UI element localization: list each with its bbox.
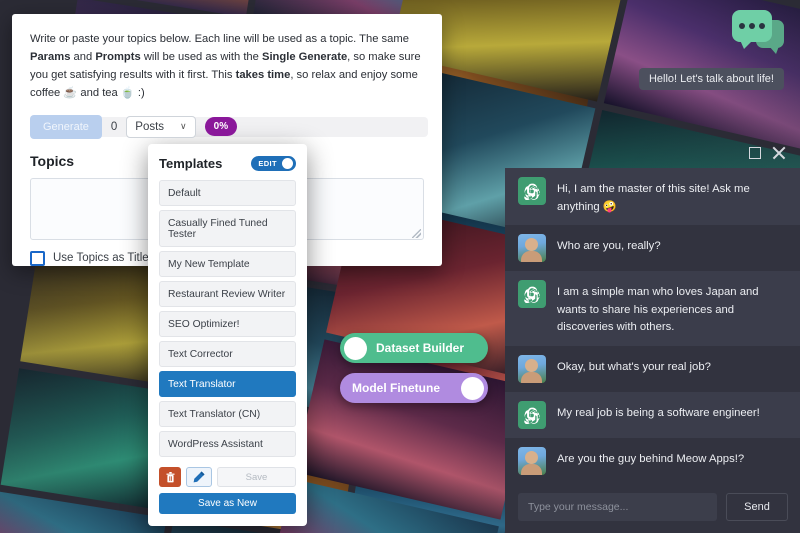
toggle-dataset-builder[interactable]: Dataset Builder (340, 333, 488, 363)
user-avatar (518, 234, 546, 262)
openai-logo-icon (524, 407, 540, 424)
templates-title: Templates (159, 156, 223, 171)
chat-message-text: Okay, but what's your real job? (557, 360, 711, 373)
chat-message-user: Okay, but what's your real job? (505, 345, 800, 392)
save-template-button[interactable]: Save (217, 467, 296, 487)
chevron-down-icon: ∨ (180, 121, 187, 132)
toggle-dataset-builder-label: Dataset Builder (376, 341, 465, 355)
chat-message-text: I am a simple man who loves Japan and wa… (557, 286, 759, 333)
assistant-avatar-icon (518, 280, 546, 308)
chat-window-controls (749, 146, 785, 160)
openai-logo-path (524, 286, 540, 303)
intro-emphasis: Prompts (95, 51, 141, 64)
progress-percent-badge: 0% (204, 117, 238, 137)
chat-launcher-button[interactable] (732, 10, 784, 54)
intro-text-run: Write or paste your topics below. Each l… (30, 33, 409, 45)
save-as-new-template-button[interactable]: Save as New (159, 493, 296, 514)
edit-template-button[interactable] (186, 467, 212, 487)
template-list-item[interactable]: Casually Fined Tuned Tester (159, 210, 296, 247)
generate-count: 0 (110, 120, 118, 133)
chat-message-user: Who are you, really? (505, 225, 800, 271)
template-list-item[interactable]: WordPress Assistant (159, 431, 296, 457)
user-avatar (518, 446, 546, 475)
trash-icon (166, 471, 174, 482)
close-icon[interactable] (771, 146, 785, 160)
template-list-item[interactable]: SEO Optimizer! (159, 311, 296, 337)
chat-message-text: Who are you, really? (557, 240, 661, 252)
intro-description: Write or paste your topics below. Each l… (30, 30, 424, 103)
template-list-item[interactable]: Restaurant Review Writer (159, 281, 296, 307)
chat-message-list: Hi, I am the master of this site! Ask me… (505, 168, 800, 483)
templates-list: Default Casually Fined Tuned Tester My New… (159, 180, 296, 457)
toggle-knob-icon (461, 376, 484, 400)
intro-emphasis: Single Generate (261, 51, 348, 64)
openai-logo-icon (524, 286, 540, 303)
dot-icon (749, 23, 755, 29)
resize-handle-icon[interactable] (412, 228, 421, 238)
chat-message-bot: Hi, I am the master of this site! Ask me… (505, 168, 800, 225)
post-type-select[interactable]: Posts ∨ (126, 115, 196, 138)
intro-text-run: and (70, 51, 96, 64)
openai-logo-path (524, 183, 540, 200)
toggle-model-finetune-label: Model Finetune (352, 381, 440, 395)
intro-emphasis: takes time (235, 69, 291, 82)
openai-logo-path (524, 407, 540, 424)
pencil-icon (193, 471, 205, 483)
delete-template-button[interactable] (159, 467, 181, 487)
use-topics-as-titles-checkbox[interactable] (30, 250, 45, 266)
templates-edit-label: EDIT (258, 159, 277, 168)
maximize-icon[interactable] (749, 147, 761, 159)
templates-actions: Save (159, 467, 296, 487)
use-topics-as-titles-label: Use Topics as Titles (53, 252, 155, 265)
toggle-knob-icon (344, 336, 367, 360)
chat-message-user: Are you the guy behind Meow Apps!? (505, 437, 800, 483)
chat-window: Hi, I am the master of this site! Ask me… (505, 168, 800, 533)
templates-edit-toggle[interactable]: EDIT (251, 156, 296, 171)
generate-toolbar: Generate 0 Posts ∨ 0% (30, 114, 428, 139)
templates-header: Templates EDIT (159, 156, 296, 171)
chat-message-bot: I am a simple man who loves Japan and wa… (505, 271, 800, 346)
template-list-item[interactable]: Default (159, 180, 296, 206)
send-button[interactable]: Send (726, 493, 788, 521)
dot-icon (759, 23, 765, 29)
template-list-item[interactable]: Text Translator (159, 371, 296, 397)
chat-message-text: Are you the guy behind Meow Apps!? (557, 452, 745, 465)
toggle-model-finetune[interactable]: Model Finetune (340, 373, 488, 403)
template-list-item[interactable]: Text Translator (CN) (159, 401, 296, 427)
generate-button[interactable]: Generate (30, 114, 102, 139)
assistant-avatar-icon (518, 177, 546, 205)
chat-greeting-bubble: Hello! Let's talk about life! (638, 68, 784, 90)
dot-icon (739, 23, 745, 29)
chat-input-bar: Send (505, 483, 800, 533)
template-list-item[interactable]: My New Template (159, 251, 296, 277)
chat-message-text: Hi, I am the master of this site! Ask me… (557, 183, 750, 213)
post-type-value: Posts (135, 120, 165, 133)
intro-text-run: will be used as with the (140, 51, 262, 64)
app-screen: Write or paste your topics below. Each l… (0, 0, 800, 533)
toggle-knob-icon (282, 158, 293, 169)
chat-message-input[interactable] (518, 493, 717, 521)
assistant-avatar-icon (518, 400, 546, 429)
templates-panel: Templates EDIT Default Casually Fined Tun… (148, 144, 307, 526)
chat-message-text: My real job is being a software engineer… (557, 406, 760, 419)
intro-emphasis: Params (30, 51, 71, 64)
chat-bubble-icon (732, 10, 772, 49)
openai-logo-icon (524, 183, 540, 200)
template-list-item[interactable]: Text Corrector (159, 341, 296, 367)
chat-message-bot: My real job is being a software engineer… (505, 391, 800, 438)
user-avatar (518, 354, 546, 383)
